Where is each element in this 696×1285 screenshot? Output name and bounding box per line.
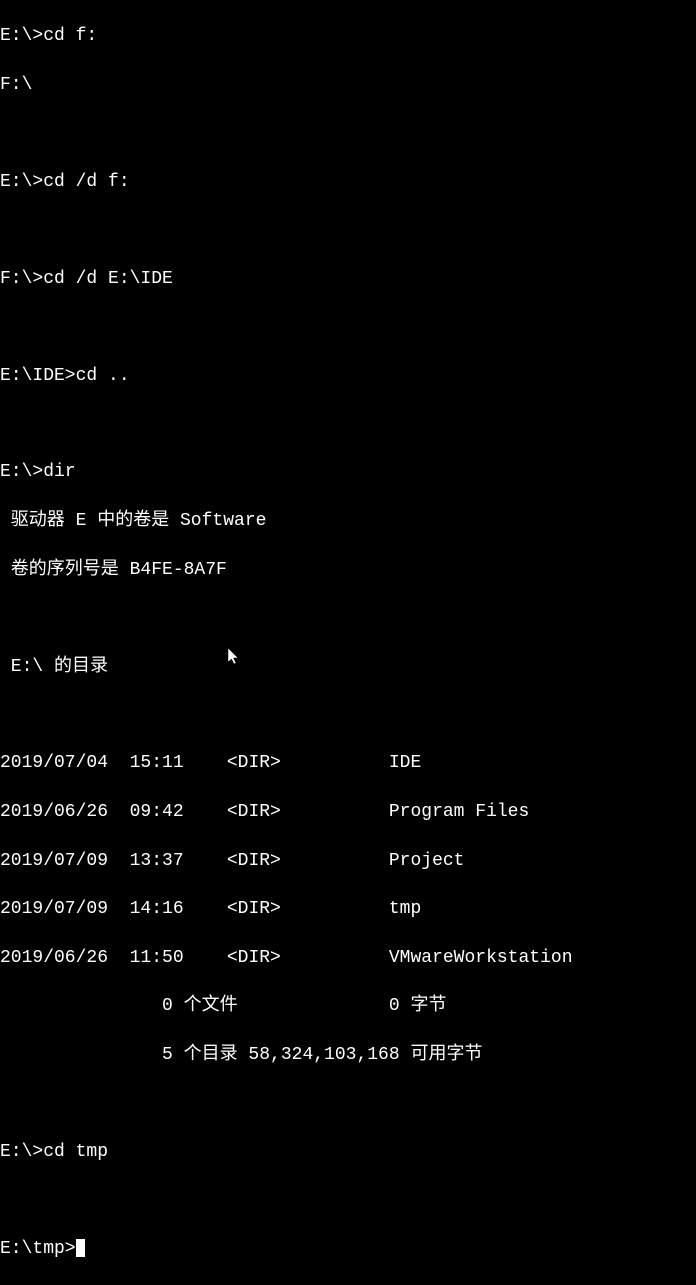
output-line: E:\IDE>cd .. bbox=[0, 364, 696, 388]
output-line: E:\ 的目录 bbox=[0, 655, 696, 679]
dir-entry: 2019/07/04 15:11 <DIR> IDE bbox=[0, 751, 696, 775]
output-line bbox=[0, 121, 696, 145]
output-line bbox=[0, 315, 696, 339]
output-line bbox=[0, 218, 696, 242]
output-line: F:\ bbox=[0, 73, 696, 97]
prompt-line[interactable]: E:\tmp> bbox=[0, 1237, 696, 1261]
output-line bbox=[0, 1188, 696, 1212]
output-line: E:\>cd f: bbox=[0, 24, 696, 48]
output-line: E:\>cd /d f: bbox=[0, 170, 696, 194]
dir-summary: 0 个文件 0 字节 bbox=[0, 994, 696, 1018]
dir-entry: 2019/07/09 13:37 <DIR> Project bbox=[0, 849, 696, 873]
dir-entry: 2019/07/09 14:16 <DIR> tmp bbox=[0, 897, 696, 921]
cursor-icon bbox=[76, 1239, 85, 1257]
output-line bbox=[0, 1092, 696, 1116]
output-line bbox=[0, 703, 696, 727]
dir-entry: 2019/06/26 11:50 <DIR> VMwareWorkstation bbox=[0, 946, 696, 970]
output-line bbox=[0, 412, 696, 436]
output-line: E:\>cd tmp bbox=[0, 1140, 696, 1164]
output-line bbox=[0, 606, 696, 630]
output-line: 卷的序列号是 B4FE-8A7F bbox=[0, 558, 696, 582]
terminal-window[interactable]: E:\>cd f: F:\ E:\>cd /d f: F:\>cd /d E:\… bbox=[0, 0, 696, 1285]
prompt-text: E:\tmp> bbox=[0, 1239, 76, 1259]
dir-entry: 2019/06/26 09:42 <DIR> Program Files bbox=[0, 800, 696, 824]
output-line: E:\>dir bbox=[0, 460, 696, 484]
dir-summary: 5 个目录 58,324,103,168 可用字节 bbox=[0, 1043, 696, 1067]
output-line: F:\>cd /d E:\IDE bbox=[0, 267, 696, 291]
output-line: 驱动器 E 中的卷是 Software bbox=[0, 509, 696, 533]
